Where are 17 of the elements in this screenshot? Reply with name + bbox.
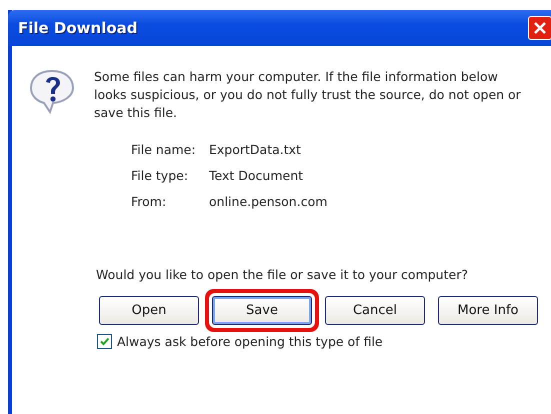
info-value: Text Document [209,168,304,183]
info-value: ExportData.txt [209,142,302,157]
info-label: File type: [131,168,190,183]
checkbox[interactable] [97,334,112,349]
close-icon [533,21,547,35]
checkbox-label: Always ask before opening this type of file [117,334,383,349]
warning-message: Some files can harm your computer. If the file information below looks suspicious, or you do not fully trust the source, do not open or save this file. [94,68,522,122]
info-label: File name: [131,142,197,157]
close-button[interactable] [528,16,551,40]
info-value: online.penson.com [209,194,328,209]
question-icon [28,68,76,114]
dialog-button[interactable]: More Info [438,296,538,325]
window-title: File Download [18,19,138,37]
question-text: Would you like to open the file or save it to your computer? [96,267,469,282]
dialog-button[interactable]: Cancel [325,296,425,325]
info-label: From: [131,194,168,209]
dialog-button[interactable]: Open [99,296,199,325]
